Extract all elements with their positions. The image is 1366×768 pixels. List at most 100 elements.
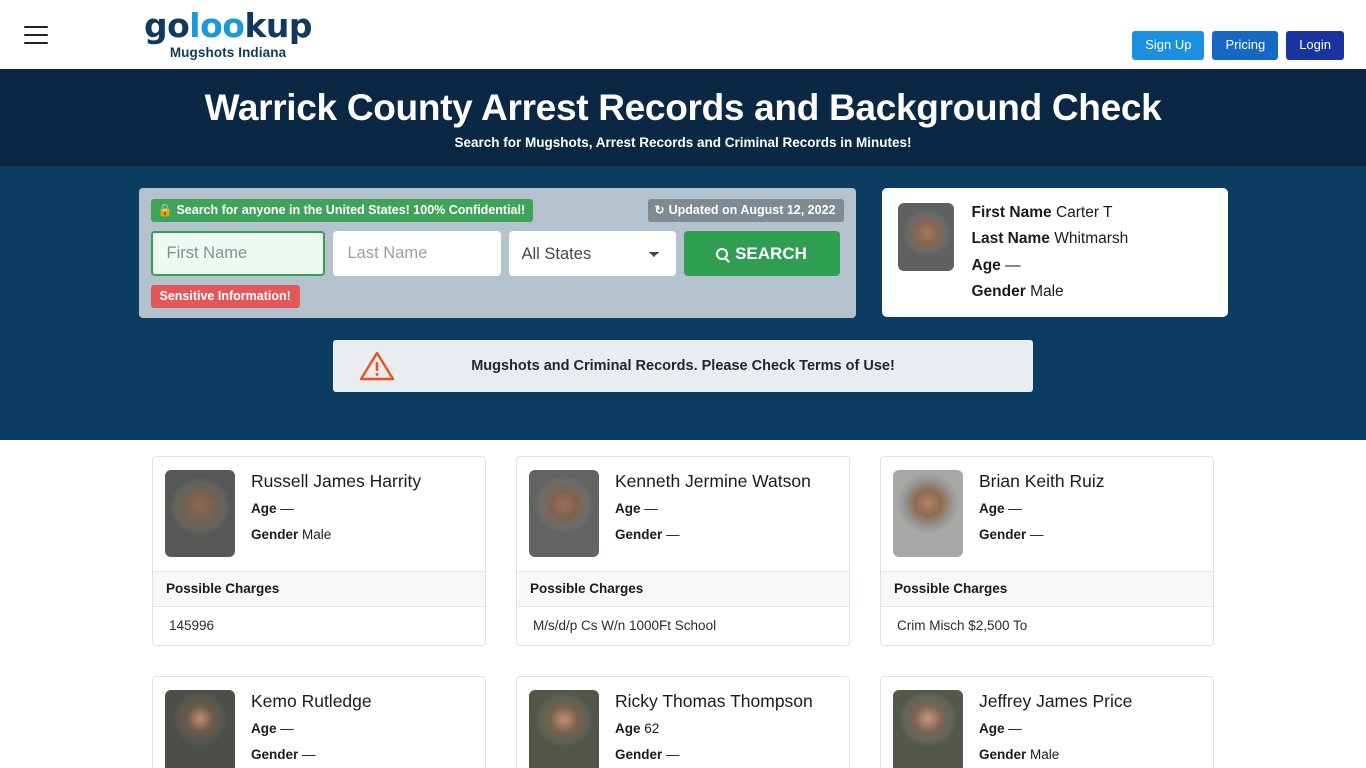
result-card-info: Kemo Rutledge Age — Gender —: [251, 690, 372, 763]
login-button[interactable]: Login: [1286, 31, 1344, 60]
mugshot-thumbnail: [897, 203, 954, 271]
logo-text-part3: kup: [244, 6, 313, 46]
featured-gender-row: Gender Male: [972, 282, 1129, 301]
person-name: Kemo Rutledge: [251, 691, 372, 711]
hero-row: 🔒 Search for anyone in the United States…: [0, 188, 1366, 318]
person-name: Jeffrey James Price: [979, 691, 1133, 711]
person-age-row: Age —: [979, 721, 1132, 737]
hamburger-bar: [24, 41, 48, 44]
mugshot-thumbnail: [165, 690, 235, 768]
featured-person-card[interactable]: First Name Carter T Last Name Whitmarsh …: [881, 188, 1228, 317]
sensitive-information-badge: Sensitive Information!: [150, 285, 300, 308]
confidential-badge: 🔒 Search for anyone in the United States…: [150, 199, 534, 222]
person-gender-row: Gender Male: [979, 747, 1132, 763]
person-age-row: Age —: [979, 501, 1104, 517]
updated-badge-label: Updated on August 12, 2022: [668, 203, 836, 217]
gender-value: —: [1030, 527, 1044, 543]
possible-charges-header: Possible Charges: [517, 571, 849, 607]
age-value: —: [280, 721, 294, 737]
site-logo[interactable]: golookup Mugshots Indiana: [144, 6, 313, 61]
sign-up-button[interactable]: Sign Up: [1132, 31, 1205, 60]
last-name-input[interactable]: [332, 231, 501, 276]
gender-label: Gender: [979, 527, 1027, 543]
result-card[interactable]: Russell James Harrity Age — Gender Male …: [152, 456, 486, 646]
age-value: —: [280, 501, 294, 517]
first-name-input[interactable]: [150, 231, 325, 276]
search-panel-badges: 🔒 Search for anyone in the United States…: [150, 199, 844, 222]
age-value: —: [1008, 721, 1022, 737]
age-label: Age: [979, 721, 1005, 737]
result-card[interactable]: Kenneth Jermine Watson Age — Gender — Po…: [516, 456, 850, 646]
result-card-info: Brian Keith Ruiz Age — Gender —: [979, 470, 1104, 543]
age-value: —: [1008, 501, 1022, 517]
age-label: Age: [979, 501, 1005, 517]
gender-value: Male: [1030, 747, 1060, 763]
auth-button-group: Sign Up Pricing Login: [1132, 31, 1344, 60]
result-card-info: Kenneth Jermine Watson Age — Gender —: [615, 470, 811, 543]
person-age-row: Age —: [251, 721, 372, 737]
possible-charges-header: Possible Charges: [153, 571, 485, 607]
featured-gender-value: Male: [1030, 283, 1064, 301]
terms-warning-banner: Mugshots and Criminal Records. Please Ch…: [333, 340, 1033, 392]
possible-charges-value: 145996: [169, 618, 215, 633]
result-card-header: Russell James Harrity Age — Gender Male: [153, 457, 485, 571]
logo-text-part2: loo: [189, 6, 245, 46]
result-card-header: Brian Keith Ruiz Age — Gender —: [881, 457, 1213, 571]
mugshot-thumbnail: [165, 470, 235, 557]
featured-first-name-value: Carter T: [1055, 204, 1113, 221]
person-gender-row: Gender —: [615, 527, 811, 543]
person-name: Russell James Harrity: [251, 471, 422, 491]
logo-subtitle: Mugshots Indiana: [169, 45, 287, 61]
terms-warning-text: Mugshots and Criminal Records. Please Ch…: [471, 358, 895, 374]
result-card-header: Jeffrey James Price Age — Gender Male: [881, 677, 1213, 768]
age-value: 62: [644, 721, 660, 737]
result-card-info: Ricky Thomas Thompson Age 62 Gender —: [615, 690, 813, 763]
mugshot-thumbnail: [529, 470, 599, 557]
possible-charges-value: M/s/d/p Cs W/n 1000Ft School: [533, 618, 717, 633]
person-age-row: Age 62: [615, 721, 813, 737]
result-card[interactable]: Ricky Thomas Thompson Age 62 Gender — Po…: [516, 676, 850, 768]
gender-label: Gender: [615, 527, 663, 543]
refresh-icon: ↻: [654, 203, 665, 217]
hamburger-menu-icon[interactable]: [24, 25, 48, 44]
person-age-row: Age —: [251, 501, 421, 517]
site-header: golookup Mugshots Indiana Sign Up Pricin…: [0, 0, 1366, 69]
hamburger-bar: [24, 25, 48, 28]
age-label: Age: [251, 501, 277, 517]
result-card-info: Jeffrey James Price Age — Gender Male: [979, 690, 1132, 763]
age-label: Age: [615, 501, 641, 517]
logo-wordmark: golookup: [144, 6, 313, 46]
person-gender-row: Gender Male: [251, 527, 421, 543]
featured-age-value: —: [1005, 256, 1021, 274]
age-label: Age: [615, 721, 641, 737]
person-gender-row: Gender —: [251, 747, 372, 763]
gender-value: —: [666, 527, 680, 543]
results-grid: Russell James Harrity Age — Gender Male …: [152, 456, 1214, 768]
page-title: Warrick County Arrest Records and Backgr…: [204, 87, 1162, 128]
hero-section: 🔒 Search for anyone in the United States…: [0, 166, 1366, 440]
page-title-band: Warrick County Arrest Records and Backgr…: [0, 69, 1366, 166]
search-button-label: SEARCH: [735, 243, 807, 263]
search-panel: 🔒 Search for anyone in the United States…: [138, 188, 856, 318]
age-label: Age: [251, 721, 277, 737]
result-card[interactable]: Jeffrey James Price Age — Gender Male Po…: [880, 676, 1214, 768]
result-card[interactable]: Kemo Rutledge Age — Gender — Possible Ch…: [152, 676, 486, 768]
logo-text-part1: go: [144, 6, 190, 46]
possible-charges-value: Crim Misch $2,500 To: [897, 618, 1028, 633]
featured-person-details: First Name Carter T Last Name Whitmarsh …: [972, 203, 1129, 302]
result-card[interactable]: Brian Keith Ruiz Age — Gender — Possible…: [880, 456, 1214, 646]
person-name: Kenneth Jermine Watson: [615, 471, 811, 491]
result-card-header: Kemo Rutledge Age — Gender —: [153, 677, 485, 768]
person-name: Brian Keith Ruiz: [979, 471, 1105, 491]
possible-charges-header: Possible Charges: [881, 571, 1213, 607]
pricing-button[interactable]: Pricing: [1212, 31, 1279, 60]
gender-value: —: [666, 747, 680, 763]
search-fields-row: All States SEARCH: [150, 231, 844, 276]
featured-last-name-value: Whitmarsh: [1054, 230, 1129, 248]
state-select[interactable]: All States: [508, 231, 676, 276]
gender-label: Gender: [615, 747, 663, 763]
featured-gender-label: Gender: [971, 283, 1026, 301]
search-button[interactable]: SEARCH: [683, 231, 840, 276]
result-card-header: Kenneth Jermine Watson Age — Gender —: [517, 457, 849, 571]
gender-label: Gender: [251, 527, 299, 543]
